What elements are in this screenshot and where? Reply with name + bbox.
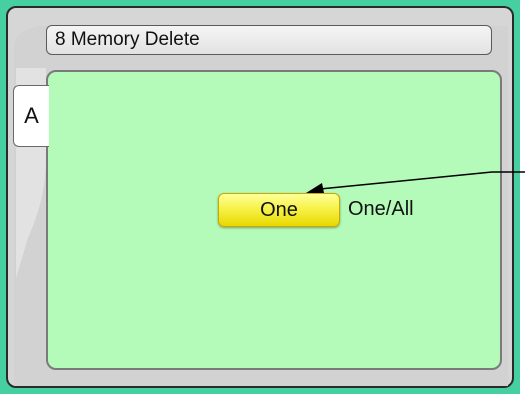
- one-all-label: One/All: [348, 198, 414, 220]
- one-button-label: One: [260, 198, 298, 221]
- one-button[interactable]: One: [218, 193, 340, 227]
- tab-a-label: A: [24, 103, 39, 128]
- page-title-bar: 8 Memory Delete: [46, 25, 492, 55]
- page-title: 8 Memory Delete: [55, 29, 200, 50]
- device-screen: 8 Memory Delete A One One/All: [0, 0, 520, 394]
- tab-a[interactable]: A: [13, 85, 49, 147]
